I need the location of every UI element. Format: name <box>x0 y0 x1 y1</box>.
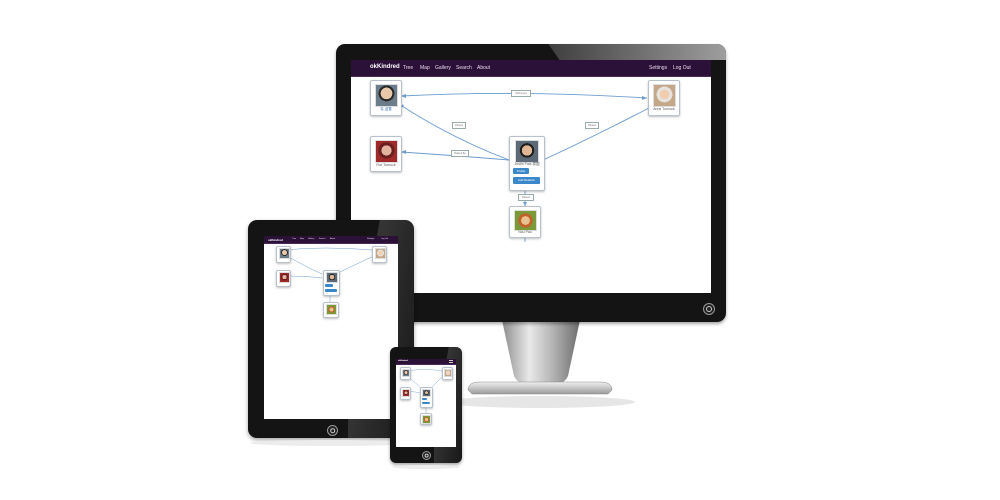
avatar <box>279 248 290 259</box>
person-caption: 名 迎雪 <box>380 107 392 111</box>
profile-button[interactable]: Profile <box>513 168 529 174</box>
phone-shadow <box>392 465 460 469</box>
tablet-home-icon[interactable] <box>327 425 338 436</box>
profile-button[interactable] <box>325 284 333 287</box>
person-node-grandfather[interactable] <box>276 246 291 263</box>
edge-label-raised-left: Raised <box>452 122 466 129</box>
avatar <box>514 210 537 231</box>
person-node-grandmother[interactable] <box>372 246 387 263</box>
add-relation-button[interactable] <box>325 289 337 292</box>
person-caption: Nou Pau <box>518 230 532 234</box>
avatar <box>326 304 337 315</box>
add-relation-button[interactable] <box>422 402 430 404</box>
avatar <box>422 415 431 424</box>
avatar <box>653 84 676 107</box>
person-caption: Anne Turnock <box>653 107 675 111</box>
edge-label-partnered: Partnered <box>511 90 531 97</box>
avatar <box>402 369 410 377</box>
person-node-aunt[interactable] <box>276 270 291 287</box>
desktop-monitor: okKindred Tree Map Gallery Search About … <box>0 0 1000 500</box>
tablet-screen: okKindred Tree Map Gallery Search About … <box>264 236 398 419</box>
add-relation-button[interactable]: Add Relation <box>513 177 540 184</box>
avatar <box>279 272 290 283</box>
profile-button[interactable] <box>422 398 427 400</box>
person-node-grandfather[interactable]: 名 迎雪 <box>370 80 402 116</box>
phone-screen: okKindred <box>396 359 456 447</box>
tree-edges <box>283 247 375 302</box>
avatar <box>515 140 539 163</box>
monitor-gloss <box>548 44 726 60</box>
avatar <box>375 84 398 107</box>
edge-label-raised-child: Raised <box>518 194 534 201</box>
tablet-shadow <box>250 440 412 446</box>
avatar <box>326 272 338 283</box>
avatar <box>422 389 431 397</box>
phone-device: okKindred <box>390 347 462 463</box>
person-node-self[interactable]: Justin Pais 泰国 Profile Add Relation <box>509 136 545 191</box>
avatar <box>402 389 410 397</box>
avatar <box>375 140 398 163</box>
monitor-power-icon[interactable] <box>703 303 715 315</box>
avatar <box>444 369 452 377</box>
avatar <box>375 248 386 259</box>
person-node-child[interactable] <box>420 413 432 425</box>
edge-raised-right <box>542 107 650 161</box>
person-node-aunt[interactable]: Fiot Turnock <box>370 136 402 172</box>
person-node-self[interactable] <box>420 387 433 408</box>
person-caption: Justin Pais 泰国 <box>514 162 540 166</box>
person-node-child[interactable]: Nou Pau <box>509 206 541 238</box>
monitor-stand <box>445 320 635 408</box>
person-node-grandmother[interactable] <box>442 367 453 380</box>
person-caption: Fiot Turnock <box>376 163 396 167</box>
person-node-aunt[interactable] <box>400 387 411 400</box>
person-node-grandmother[interactable]: Anne Turnock <box>648 80 680 116</box>
person-node-grandfather[interactable] <box>400 367 411 380</box>
edge-label-raised-right: Raised <box>585 122 599 129</box>
phone-home-icon[interactable] <box>422 451 431 460</box>
person-node-self[interactable] <box>323 270 340 296</box>
person-node-child[interactable] <box>323 302 339 318</box>
edge-label-sibling: Raised By <box>451 150 469 157</box>
